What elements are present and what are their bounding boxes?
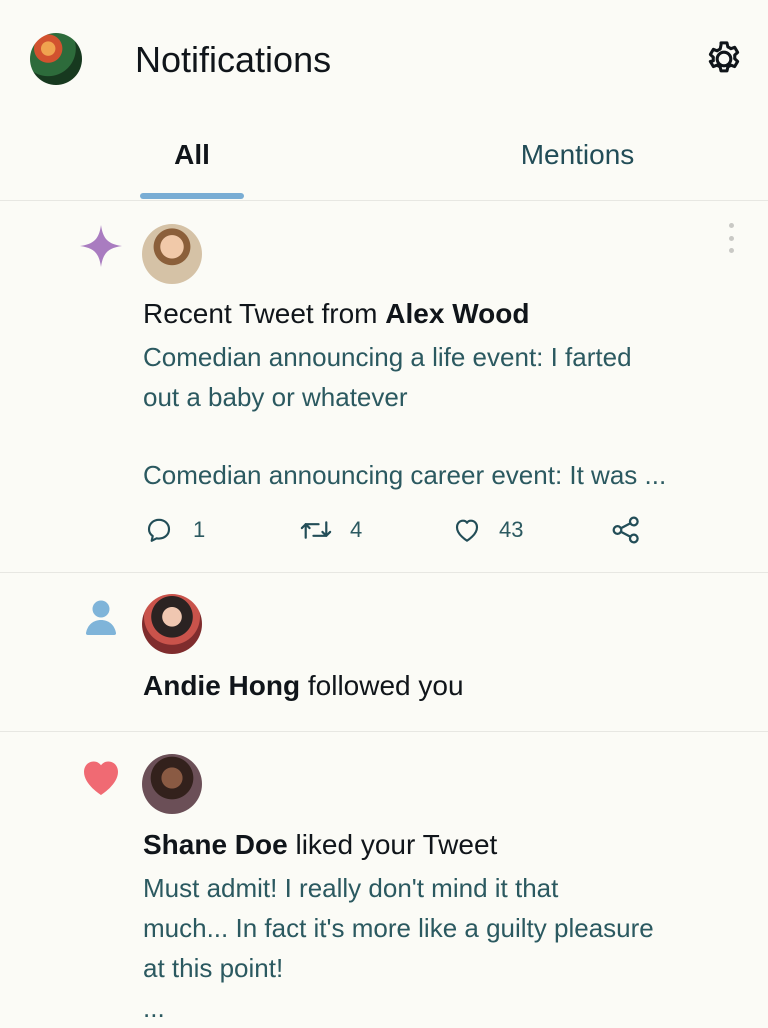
tweet-line: Comedian announcing career event: It was… [143, 460, 667, 490]
headline-prefix: Recent Tweet from [143, 298, 386, 329]
like-count: 43 [499, 517, 524, 542]
more-dot-icon [728, 223, 734, 228]
tweet-line: ... [143, 993, 165, 1023]
like-button[interactable]: 43 [451, 512, 523, 548]
tweet-line: Comedian announcing a life event: I fart… [143, 342, 632, 372]
share-icon [612, 516, 639, 544]
profile-avatar[interactable] [30, 33, 82, 85]
page-title: Notifications [135, 39, 332, 80]
retweet-count: 4 [350, 517, 363, 542]
tweet-line: at this point! [143, 953, 284, 983]
more-dot-icon [728, 235, 734, 241]
tweet-line: Must admit! I really don't mind it that [143, 873, 559, 903]
top-app-bar: Notifications [0, 0, 768, 118]
gear-icon [708, 41, 740, 73]
notification-headline: Shane Doe liked your Tweet [143, 827, 753, 863]
notification-like[interactable]: Shane Doe liked your Tweet Must admit! I… [0, 732, 768, 1024]
more-dot-icon [728, 248, 734, 253]
person-icon [80, 597, 122, 639]
heart-icon [80, 757, 122, 799]
user-name[interactable]: Alex Wood [385, 298, 529, 329]
headline-suffix: liked your Tweet [287, 829, 498, 860]
headline-suffix: followed you [300, 670, 464, 701]
avatar-alex-wood[interactable] [142, 224, 202, 284]
sparkle-icon [78, 223, 124, 269]
avatar-shane-doe[interactable] [142, 754, 202, 814]
heart-outline-icon [455, 519, 479, 542]
notification-headline: Andie Hong followed you [143, 668, 753, 704]
user-name[interactable]: Andie Hong [143, 670, 300, 701]
avatar-andie-hong[interactable] [142, 594, 202, 654]
reply-button[interactable]: 1 [143, 512, 205, 548]
reply-count: 1 [193, 517, 206, 542]
liked-tweet-preview[interactable]: Must admit! I really don't mind it that … [143, 868, 748, 1028]
tab-mentions[interactable]: Mentions [500, 136, 655, 174]
user-name[interactable]: Shane Doe [143, 829, 288, 860]
share-button[interactable] [609, 512, 643, 548]
more-options-button[interactable] [720, 223, 742, 253]
retweet-button[interactable]: 4 [298, 512, 362, 548]
tweet-line: out a baby or whatever [143, 382, 408, 412]
selected-tab-indicator [140, 193, 244, 199]
reply-icon [147, 518, 171, 542]
notification-tabs: All Mentions [0, 118, 768, 201]
notification-headline: Recent Tweet from Alex Wood [143, 296, 753, 332]
notification-recent-tweet[interactable]: Recent Tweet from Alex Wood Comedian ann… [0, 201, 768, 573]
settings-button[interactable] [700, 35, 748, 83]
retweet-icon [300, 521, 332, 539]
notification-follow[interactable]: Andie Hong followed you [0, 573, 768, 732]
tab-all[interactable]: All [140, 136, 244, 174]
tweet-preview[interactable]: Comedian announcing a life event: I fart… [143, 337, 748, 495]
tweet-actions: 1 4 43 [143, 512, 663, 548]
tweet-line: much... In fact it's more like a guilty … [143, 913, 654, 943]
